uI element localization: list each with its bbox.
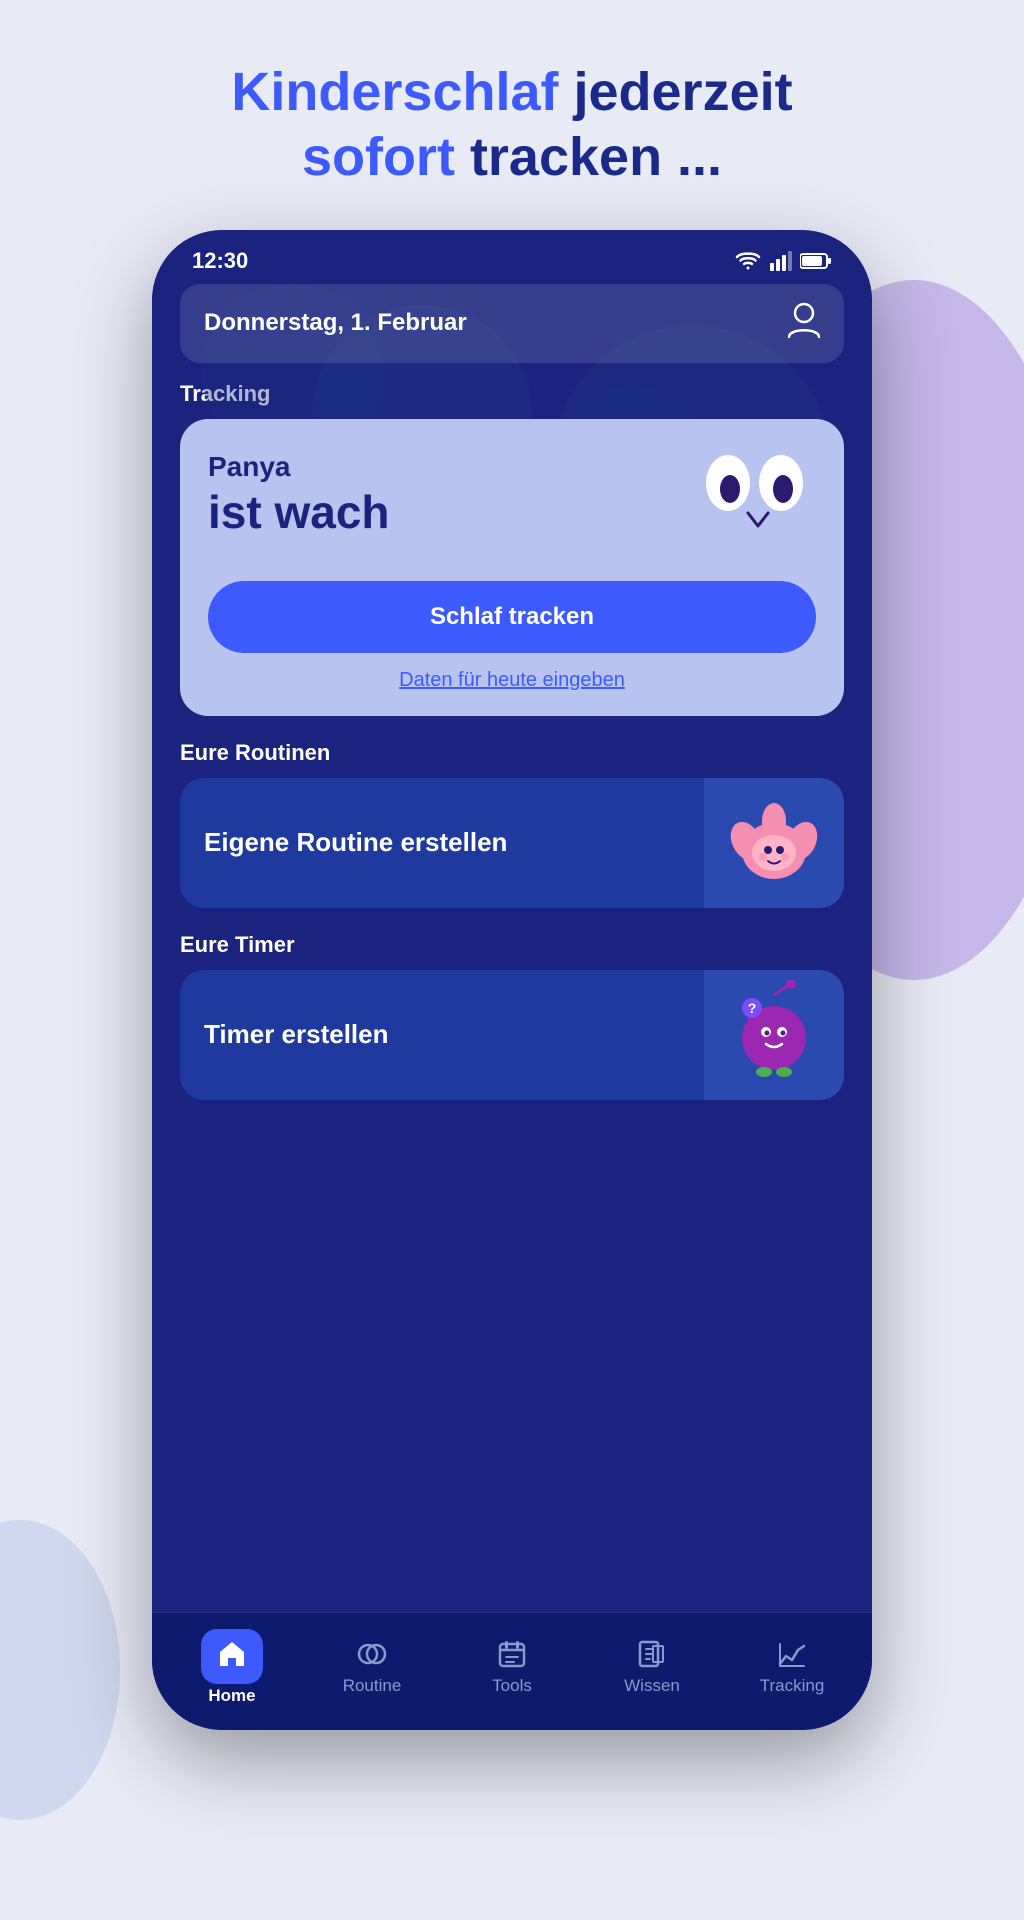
bottom-nav: Home Routine Tools xyxy=(152,1612,872,1730)
routine-card-text: Eigene Routine erstellen xyxy=(180,778,704,908)
routines-section-label: Eure Routinen xyxy=(180,740,844,766)
tracking-card: Panya ist wach xyxy=(180,419,844,716)
home-icon xyxy=(217,1639,247,1669)
nav-wissen-label: Wissen xyxy=(624,1676,680,1696)
nav-item-tracking[interactable]: Tracking xyxy=(747,1638,837,1696)
signal-icon xyxy=(770,251,792,271)
profile-icon[interactable] xyxy=(788,302,820,345)
phone-scroll-area: Tracking Panya ist wach xyxy=(152,377,872,1612)
status-icons xyxy=(734,250,832,272)
wifi-icon xyxy=(734,250,762,272)
child-status: Panya ist wach xyxy=(208,451,686,538)
timer-card-image: ? xyxy=(704,970,844,1100)
child-state: ist wach xyxy=(208,487,686,538)
nav-tracking-label: Tracking xyxy=(760,1676,825,1696)
app-header: Donnerstag, 1. Februar xyxy=(180,284,844,363)
nav-home-label: Home xyxy=(208,1686,255,1706)
page-title: Kinderschlaf jederzeit sofort tracken ..… xyxy=(0,0,1024,230)
timer-card-text: Timer erstellen xyxy=(180,970,704,1100)
nav-tools-label: Tools xyxy=(492,1676,532,1696)
shell-character xyxy=(724,793,824,893)
timer-card[interactable]: Timer erstellen xyxy=(180,970,844,1100)
character-face xyxy=(686,441,816,551)
battery-icon xyxy=(800,252,832,270)
nav-home-bg xyxy=(201,1629,263,1684)
bg-blue-decoration xyxy=(0,1520,120,1820)
sleep-track-button[interactable]: Schlaf tracken xyxy=(208,581,816,653)
date-display: Donnerstag, 1. Februar xyxy=(204,309,467,337)
routine-icon xyxy=(356,1638,388,1670)
tools-icon xyxy=(496,1638,528,1670)
data-enter-link[interactable]: Daten für heute eingeben xyxy=(208,669,816,692)
nav-item-routine[interactable]: Routine xyxy=(327,1638,417,1696)
phone-frame: 12:30 xyxy=(152,230,872,1730)
timer-character: ? xyxy=(724,980,824,1090)
child-name: Panya xyxy=(208,451,686,483)
status-time: 12:30 xyxy=(192,248,248,274)
nav-item-wissen[interactable]: Wissen xyxy=(607,1638,697,1696)
tracking-icon xyxy=(776,1638,808,1670)
nav-item-home[interactable]: Home xyxy=(187,1629,277,1706)
nav-item-tools[interactable]: Tools xyxy=(467,1638,557,1696)
status-bar: 12:30 xyxy=(152,230,872,284)
nav-routine-label: Routine xyxy=(343,1676,402,1696)
routine-card-image xyxy=(704,778,844,908)
svg-text:?: ? xyxy=(748,1000,757,1016)
wissen-icon xyxy=(636,1638,668,1670)
routine-card[interactable]: Eigene Routine erstellen xyxy=(180,778,844,908)
timer-section-label: Eure Timer xyxy=(180,932,844,958)
